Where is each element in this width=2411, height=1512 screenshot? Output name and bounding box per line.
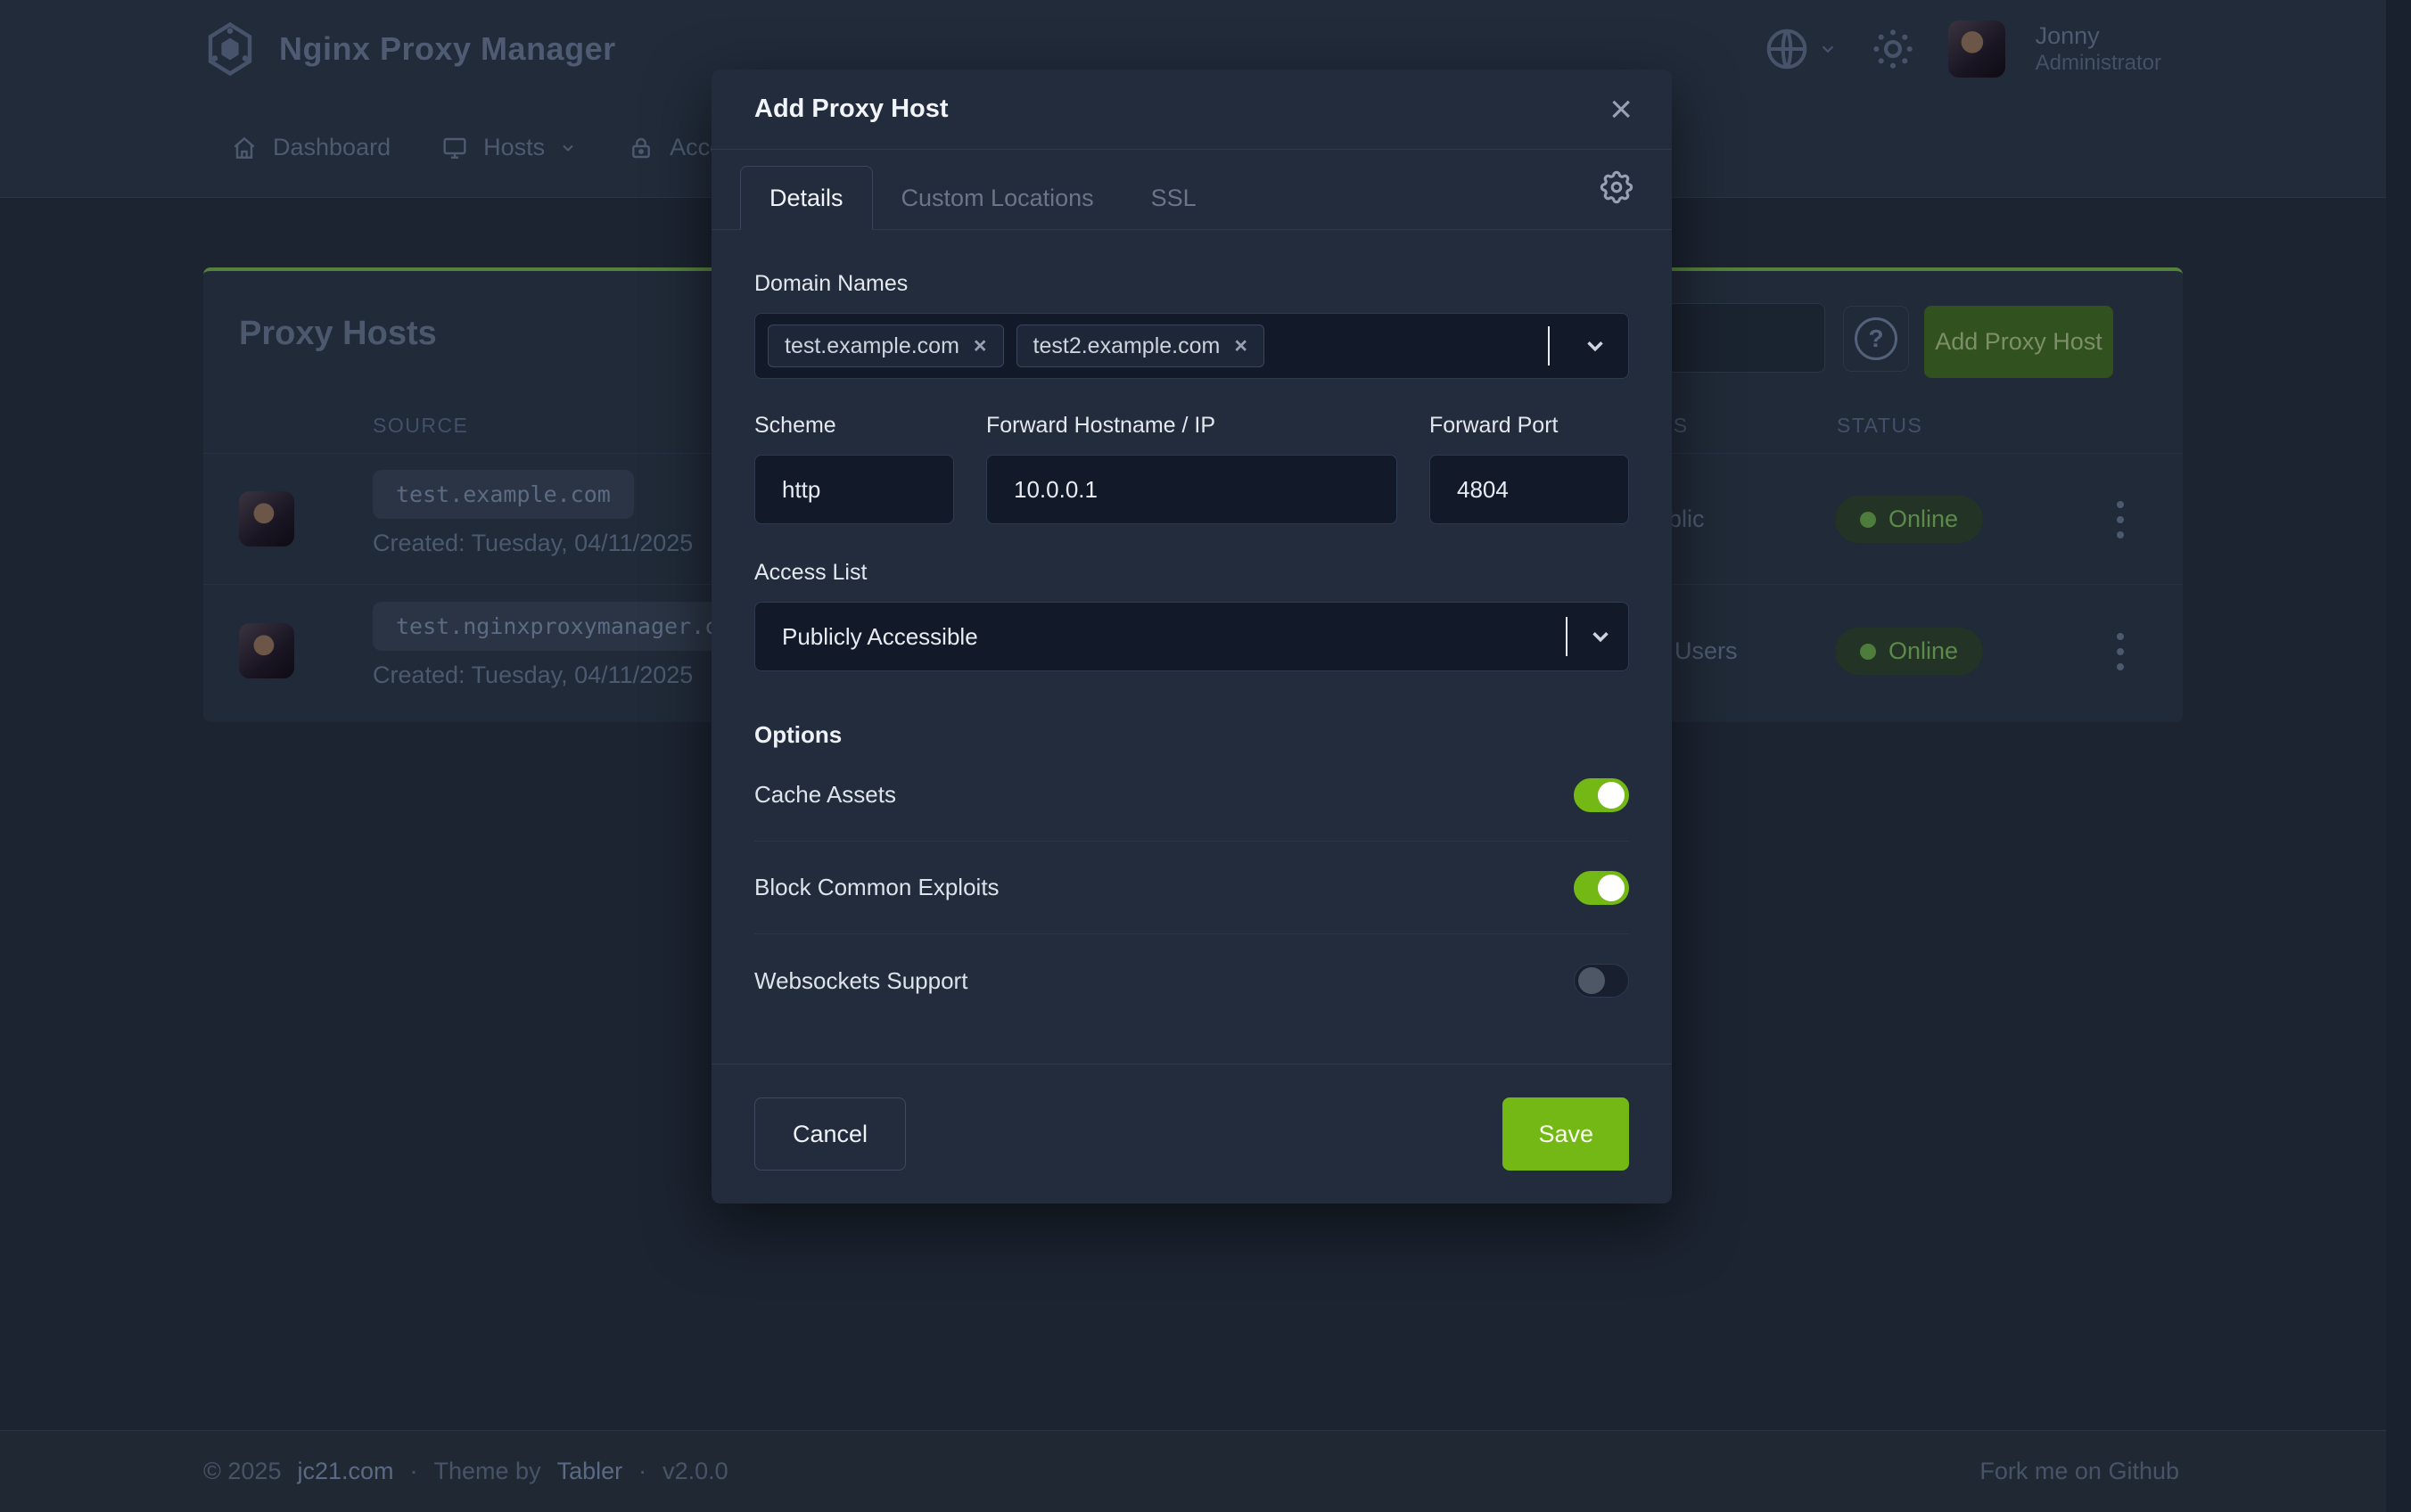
domain-tag: test.example.com ×: [768, 325, 1004, 367]
cache-assets-toggle[interactable]: [1574, 778, 1629, 812]
app-screen: Nginx Proxy Manager Jonny Administrator: [0, 0, 2411, 1512]
tab-ssl[interactable]: SSL: [1123, 166, 1225, 230]
access-list-value: Publicly Accessible: [782, 623, 978, 651]
remove-tag-icon[interactable]: ×: [1234, 333, 1247, 359]
chevron-down-icon[interactable]: [1582, 333, 1609, 359]
option-row-cache-assets: Cache Assets: [754, 749, 1629, 842]
modal-tabs: Details Custom Locations SSL: [712, 150, 1672, 230]
gear-icon: [1597, 168, 1636, 207]
modal-footer: Cancel Save: [712, 1064, 1672, 1204]
save-button[interactable]: Save: [1502, 1097, 1629, 1171]
forward-port-label: Forward Port: [1429, 413, 1629, 439]
modal-header: Add Proxy Host ×: [712, 70, 1672, 150]
option-label: Cache Assets: [754, 781, 896, 809]
options-heading: Options: [754, 721, 1629, 749]
domain-names-label: Domain Names: [754, 271, 1629, 297]
domain-tag: test2.example.com ×: [1016, 325, 1264, 367]
domain-names-input[interactable]: test.example.com × test2.example.com ×: [754, 313, 1629, 379]
scheme-label: Scheme: [754, 413, 954, 439]
toggle-knob: [1598, 782, 1625, 809]
scheme-input[interactable]: [754, 455, 954, 524]
domain-tag-text: test.example.com: [785, 333, 959, 359]
option-label: Block Common Exploits: [754, 874, 1000, 901]
forward-hostname-input[interactable]: [986, 455, 1397, 524]
text-cursor: [1548, 326, 1550, 366]
domain-tag-text: test2.example.com: [1033, 333, 1221, 359]
access-list-label: Access List: [754, 560, 1629, 586]
modal-body: Domain Names test.example.com × test2.ex…: [712, 230, 1672, 1027]
access-list-select[interactable]: Publicly Accessible: [754, 602, 1629, 671]
option-label: Websockets Support: [754, 967, 967, 995]
cancel-button[interactable]: Cancel: [754, 1097, 906, 1171]
block-common-exploits-toggle[interactable]: [1574, 871, 1629, 905]
forward-hostname-label: Forward Hostname / IP: [986, 413, 1397, 439]
close-icon[interactable]: ×: [1609, 90, 1633, 129]
tab-details[interactable]: Details: [740, 166, 873, 230]
websockets-support-toggle[interactable]: [1574, 964, 1629, 998]
advanced-settings-button[interactable]: [1597, 168, 1636, 211]
option-row-block-exploits: Block Common Exploits: [754, 842, 1629, 934]
forward-port-input[interactable]: [1429, 455, 1629, 524]
tab-custom-locations[interactable]: Custom Locations: [873, 166, 1123, 230]
toggle-knob: [1578, 967, 1605, 994]
chevron-down-icon[interactable]: [1587, 623, 1614, 650]
remove-tag-icon[interactable]: ×: [974, 333, 987, 359]
toggle-knob: [1598, 875, 1625, 901]
option-row-websockets: Websockets Support: [754, 934, 1629, 1027]
modal-title: Add Proxy Host: [754, 94, 949, 124]
text-cursor: [1566, 617, 1568, 656]
add-proxy-host-dialog: Add Proxy Host × Details Custom Location…: [712, 70, 1672, 1204]
